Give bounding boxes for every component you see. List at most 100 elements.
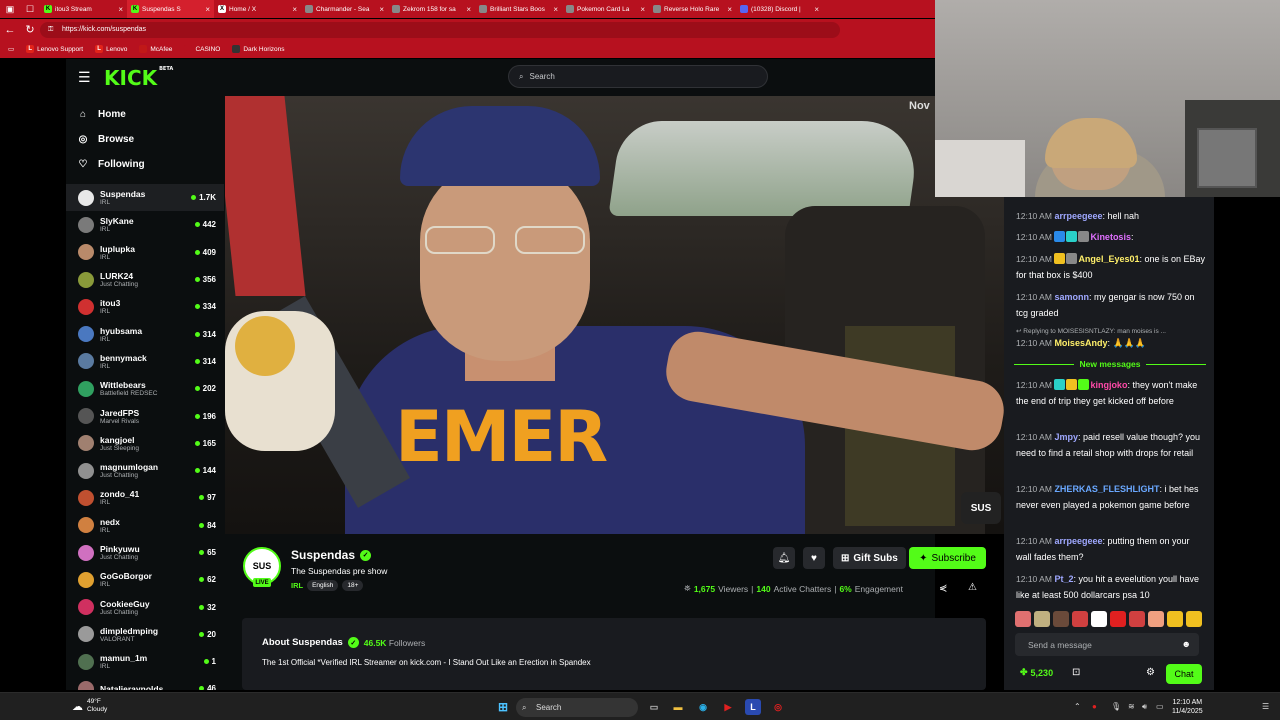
message-username[interactable]: Jmpy bbox=[1054, 432, 1078, 442]
chat-message[interactable]: 12:10 AM kingjoko: they won't make the e… bbox=[1016, 378, 1206, 409]
workspaces-icon[interactable]: ☐ bbox=[20, 0, 40, 18]
followed-channel[interactable]: JaredFPS Marvel Rivals 196 bbox=[66, 402, 224, 429]
tab-close-icon[interactable]: × bbox=[553, 5, 558, 14]
edge-browser-icon[interactable]: ◉ bbox=[695, 699, 711, 715]
windows-start-icon[interactable]: ⊞ bbox=[495, 699, 511, 715]
bookmark[interactable]: CASINO bbox=[184, 45, 220, 53]
followed-channel[interactable]: Natalieraynolds 46 bbox=[66, 675, 224, 690]
bookmark[interactable]: McAfee bbox=[139, 45, 172, 53]
followed-channel[interactable]: bennymack IRL 314 bbox=[66, 348, 224, 375]
video-player[interactable]: EMER Nov SUS bbox=[225, 96, 1004, 534]
follow-heart-icon[interactable]: ♥ bbox=[803, 547, 825, 569]
emote-icon[interactable] bbox=[1148, 611, 1164, 627]
youtube-icon[interactable]: ▶ bbox=[720, 699, 736, 715]
chat-message[interactable]: 12:10 AM Jmpy: paid resell value though?… bbox=[1016, 430, 1206, 461]
search-input[interactable]: ⌕ Search bbox=[508, 65, 768, 88]
message-username[interactable]: arrpeegeee bbox=[1054, 211, 1102, 221]
nav-following[interactable]: ♡ Following bbox=[66, 152, 224, 177]
task-view-icon[interactable]: ▭ bbox=[646, 699, 662, 715]
message-username[interactable]: Kinetosis bbox=[1090, 232, 1131, 242]
emote-icon[interactable] bbox=[1167, 611, 1183, 627]
notifications-icon[interactable]: ☰ bbox=[1262, 702, 1269, 711]
bookmark[interactable]: L Lenovo bbox=[95, 45, 127, 53]
tray-chevron-icon[interactable]: ⌃ bbox=[1074, 702, 1081, 711]
chat-message[interactable]: 12:10 AM MoisesAndy: 🙏🙏🙏 bbox=[1016, 336, 1206, 352]
tab-close-icon[interactable]: × bbox=[640, 5, 645, 14]
new-messages-divider[interactable]: New messages bbox=[1014, 358, 1207, 370]
chat-message[interactable]: 12:10 AM arrpeegeee: hell nah bbox=[1016, 209, 1206, 225]
bookmark[interactable]: L Lenovo Support bbox=[26, 45, 83, 53]
message-username[interactable]: MoisesAndy bbox=[1054, 338, 1107, 348]
volume-icon[interactable]: 🔊︎ bbox=[1142, 702, 1147, 712]
browser-tab[interactable]: Kitou3 Stream × bbox=[40, 0, 127, 18]
message-username[interactable]: Angel_Eyes01 bbox=[1078, 254, 1139, 264]
followed-channel[interactable]: CookieeGuy Just Chatting 32 bbox=[66, 593, 224, 620]
tab-actions-icon[interactable]: ▣ bbox=[0, 0, 20, 18]
category-link[interactable]: IRL bbox=[291, 581, 303, 590]
nav-browse[interactable]: ◎ Browse bbox=[66, 127, 224, 152]
mic-icon[interactable]: 🎙︎ bbox=[1111, 702, 1121, 711]
message-username[interactable]: samonn bbox=[1054, 292, 1089, 302]
weather-widget[interactable]: ☁ 49°F Cloudy bbox=[72, 698, 107, 714]
report-icon[interactable]: ⚠ bbox=[968, 582, 977, 593]
streamer-name[interactable]: Suspendas ✓ bbox=[291, 548, 372, 562]
shop-icon[interactable]: ⊡ bbox=[1072, 667, 1080, 678]
subscribe-button[interactable]: ✦ Subscribe bbox=[909, 547, 986, 569]
tab-close-icon[interactable]: × bbox=[292, 5, 297, 14]
menu-icon[interactable]: ☰ bbox=[78, 69, 96, 86]
browser-tab[interactable]: Zekrom 158 for sa × bbox=[388, 0, 475, 18]
file-explorer-icon[interactable]: ▬ bbox=[670, 699, 686, 715]
chat-send-button[interactable]: Chat bbox=[1166, 664, 1202, 684]
emoji-icon[interactable]: ☻ bbox=[1182, 639, 1191, 649]
emote-icon[interactable] bbox=[1072, 611, 1088, 627]
followed-channel[interactable]: nedx IRL 84 bbox=[66, 512, 224, 539]
followed-channel[interactable]: GoGoBorgor IRL 62 bbox=[66, 566, 224, 593]
apps-icon[interactable]: ▭ bbox=[8, 45, 14, 53]
browser-tab[interactable]: Pokemon Card La × bbox=[562, 0, 649, 18]
url-field[interactable]: ⚿ https://kick.com/suspendas bbox=[40, 21, 840, 38]
followed-channel[interactable]: Pinkyuwu Just Chatting 65 bbox=[66, 539, 224, 566]
emote-icon[interactable] bbox=[1186, 611, 1202, 627]
followed-channel[interactable]: Suspendas IRL 1.7K bbox=[66, 184, 224, 212]
chat-message[interactable]: 12:10 AM ZHERKAS_FLESHLIGHT: i bet hes n… bbox=[1016, 482, 1206, 513]
wifi-icon[interactable]: ≋ bbox=[1128, 702, 1135, 711]
tab-close-icon[interactable]: × bbox=[814, 5, 819, 14]
tag-mature[interactable]: 18+ bbox=[342, 580, 364, 591]
tab-close-icon[interactable]: × bbox=[379, 5, 384, 14]
browser-tab[interactable]: K Suspendas S × bbox=[127, 0, 214, 18]
chat-message[interactable]: 12:10 AM arrpeegeee: putting them on you… bbox=[1016, 534, 1206, 565]
back-icon[interactable]: ← bbox=[0, 19, 20, 40]
emote-icon[interactable] bbox=[1110, 611, 1126, 627]
bookmark[interactable]: Dark Horizons bbox=[232, 45, 285, 53]
nav-home[interactable]: ⌂ Home bbox=[66, 102, 224, 127]
followed-channel[interactable]: mamun_1m IRL 1 bbox=[66, 648, 224, 675]
settings-icon[interactable]: ⚙ bbox=[1146, 667, 1155, 678]
followed-channel[interactable]: LURK24 Just Chatting 356 bbox=[66, 266, 224, 293]
taskbar-clock[interactable]: 12:10 AM 11/4/2025 bbox=[1172, 698, 1203, 716]
emote-icon[interactable] bbox=[1015, 611, 1031, 627]
followed-channel[interactable]: hyubsama IRL 314 bbox=[66, 320, 224, 347]
tag-language[interactable]: English bbox=[307, 580, 339, 591]
followed-channel[interactable]: luplupka IRL 409 bbox=[66, 239, 224, 266]
followed-channel[interactable]: Wittlebears Battlefield REDSEC 202 bbox=[66, 375, 224, 402]
chat-message[interactable]: 12:10 AM samonn: my gengar is now 750 on… bbox=[1016, 290, 1206, 321]
emote-icon[interactable] bbox=[1053, 611, 1069, 627]
chat-message[interactable]: 12:10 AM Angel_Eyes01: one is on EBay fo… bbox=[1016, 252, 1206, 283]
lenovo-icon[interactable]: L bbox=[745, 699, 761, 715]
emote-icon[interactable] bbox=[1034, 611, 1050, 627]
notification-bell-icon[interactable]: 🔔︎ bbox=[773, 547, 795, 569]
channel-points[interactable]: ✤ 5,230 bbox=[1020, 667, 1053, 678]
followed-channel[interactable]: itou3 IRL 334 bbox=[66, 293, 224, 320]
tray-app-icon[interactable]: ● bbox=[1092, 702, 1097, 711]
gift-subs-button[interactable]: ⊞ Gift Subs bbox=[833, 547, 906, 569]
followed-channel[interactable]: zondo_41 IRL 97 bbox=[66, 484, 224, 511]
battery-icon[interactable]: ▭ bbox=[1156, 702, 1164, 711]
chat-input[interactable]: Send a message ☻ bbox=[1015, 633, 1199, 656]
message-username[interactable]: arrpeegeee bbox=[1054, 536, 1102, 546]
browser-tab[interactable]: Brilliant Stars Boos × bbox=[475, 0, 562, 18]
tab-close-icon[interactable]: × bbox=[205, 5, 210, 14]
followed-channel[interactable]: dimpledmping VALORANT 20 bbox=[66, 621, 224, 648]
kick-logo[interactable]: KICK BETA bbox=[104, 66, 173, 90]
followed-channel[interactable]: magnumlogan Just Chatting 144 bbox=[66, 457, 224, 484]
chat-message[interactable]: 12:10 AM Pt_2: you hit a eveelution youl… bbox=[1016, 572, 1206, 603]
